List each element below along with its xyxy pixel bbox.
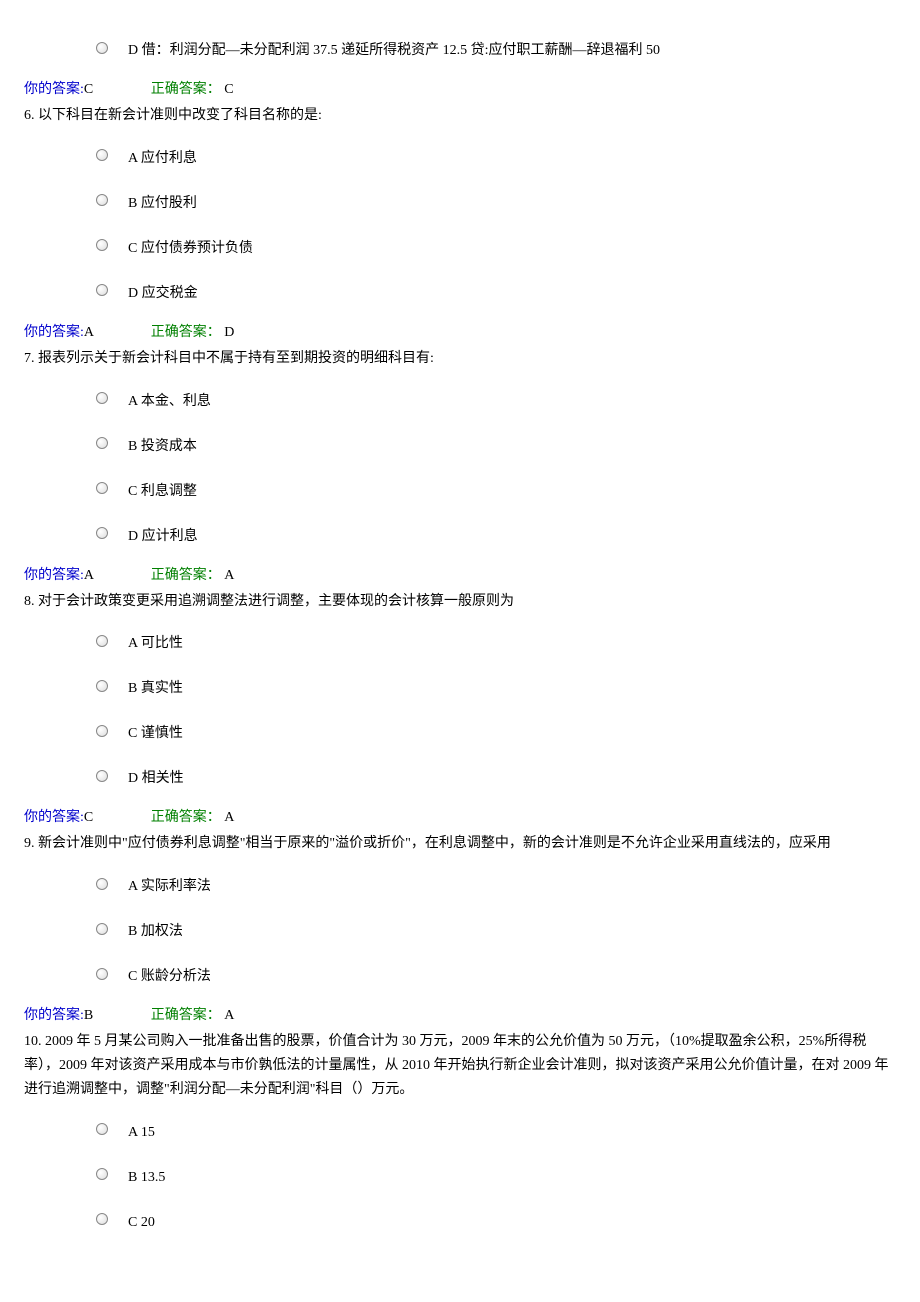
radio-icon <box>96 392 108 404</box>
q8-option-c[interactable]: C 谨慎性 <box>24 717 896 744</box>
radio-icon <box>96 239 108 251</box>
option-text: B 应付股利 <box>128 187 197 214</box>
correct-answer-label: 正确答案： <box>151 810 221 825</box>
correct-answer-value: C <box>221 82 234 97</box>
your-answer-value: C <box>84 82 93 97</box>
radio-icon <box>96 1123 108 1135</box>
q8-answer: 你的答案:C 正确答案： A <box>24 807 896 828</box>
q10-prompt: 10. 2009 年 5 月某公司购入一批准备出售的股票，价值合计为 30 万元… <box>24 1030 896 1101</box>
radio-icon <box>96 284 108 296</box>
q5-option-d[interactable]: D 借：利润分配—未分配利润 37.5 递延所得税资产 12.5 贷:应付职工薪… <box>24 34 896 61</box>
q10-option-c[interactable]: C 20 <box>24 1206 896 1233</box>
radio-icon <box>96 1213 108 1225</box>
radio-icon <box>96 635 108 647</box>
your-answer-value: A <box>84 325 93 340</box>
q6-option-a[interactable]: A 应付利息 <box>24 142 896 169</box>
option-text: B 13.5 <box>128 1161 165 1188</box>
option-text: B 投资成本 <box>128 430 197 457</box>
your-answer-label: 你的答案: <box>24 325 84 340</box>
correct-answer-value: A <box>221 810 235 825</box>
q6-answer: 你的答案:A 正确答案： D <box>24 322 896 343</box>
option-text: B 加权法 <box>128 915 183 942</box>
your-answer-label: 你的答案: <box>24 1008 84 1023</box>
radio-icon <box>96 923 108 935</box>
q10-option-b[interactable]: B 13.5 <box>24 1161 896 1188</box>
correct-answer-label: 正确答案： <box>151 82 221 97</box>
q7-option-c[interactable]: C 利息调整 <box>24 475 896 502</box>
q7-option-d[interactable]: D 应计利息 <box>24 520 896 547</box>
option-text: D 相关性 <box>128 762 184 789</box>
option-text: C 利息调整 <box>128 475 197 502</box>
radio-icon <box>96 878 108 890</box>
option-text: A 15 <box>128 1116 155 1143</box>
option-text: A 本金、利息 <box>128 385 211 412</box>
q8-option-a[interactable]: A 可比性 <box>24 627 896 654</box>
option-text: C 应付债券预计负债 <box>128 232 253 259</box>
correct-answer-value: A <box>221 1008 235 1023</box>
radio-icon <box>96 42 108 54</box>
radio-icon <box>96 527 108 539</box>
your-answer-label: 你的答案: <box>24 568 84 583</box>
q9-option-c[interactable]: C 账龄分析法 <box>24 960 896 987</box>
correct-answer-value: A <box>221 568 235 583</box>
q7-prompt: 7. 报表列示关于新会计科目中不属于持有至到期投资的明细科目有: <box>24 347 896 371</box>
q8-option-b[interactable]: B 真实性 <box>24 672 896 699</box>
radio-icon <box>96 194 108 206</box>
option-text: D 借：利润分配—未分配利润 37.5 递延所得税资产 12.5 贷:应付职工薪… <box>128 34 660 61</box>
q7-answer: 你的答案:A 正确答案： A <box>24 565 896 586</box>
option-text: C 20 <box>128 1206 155 1233</box>
radio-icon <box>96 437 108 449</box>
radio-icon <box>96 968 108 980</box>
radio-icon <box>96 482 108 494</box>
correct-answer-value: D <box>221 325 235 340</box>
radio-icon <box>96 725 108 737</box>
option-text: A 实际利率法 <box>128 870 211 897</box>
option-text: B 真实性 <box>128 672 183 699</box>
correct-answer-label: 正确答案： <box>151 568 221 583</box>
your-answer-label: 你的答案: <box>24 810 84 825</box>
q9-option-a[interactable]: A 实际利率法 <box>24 870 896 897</box>
option-text: A 应付利息 <box>128 142 197 169</box>
q7-option-b[interactable]: B 投资成本 <box>24 430 896 457</box>
option-text: A 可比性 <box>128 627 183 654</box>
q9-answer: 你的答案:B 正确答案： A <box>24 1005 896 1026</box>
q8-option-d[interactable]: D 相关性 <box>24 762 896 789</box>
q9-prompt: 9. 新会计准则中"应付债券利息调整"相当于原来的"溢价或折价"，在利息调整中，… <box>24 832 896 856</box>
q8-prompt: 8. 对于会计政策变更采用追溯调整法进行调整，主要体现的会计核算一般原则为 <box>24 590 896 614</box>
your-answer-label: 你的答案: <box>24 82 84 97</box>
option-text: C 账龄分析法 <box>128 960 211 987</box>
correct-answer-label: 正确答案： <box>151 1008 221 1023</box>
q6-prompt: 6. 以下科目在新会计准则中改变了科目名称的是: <box>24 104 896 128</box>
q6-option-b[interactable]: B 应付股利 <box>24 187 896 214</box>
q9-option-b[interactable]: B 加权法 <box>24 915 896 942</box>
q10-option-a[interactable]: A 15 <box>24 1116 896 1143</box>
option-text: D 应交税金 <box>128 277 198 304</box>
q5-answer: 你的答案:C 正确答案： C <box>24 79 896 100</box>
your-answer-value: B <box>84 1008 93 1023</box>
your-answer-value: A <box>84 568 93 583</box>
q6-option-d[interactable]: D 应交税金 <box>24 277 896 304</box>
q7-option-a[interactable]: A 本金、利息 <box>24 385 896 412</box>
radio-icon <box>96 680 108 692</box>
radio-icon <box>96 770 108 782</box>
your-answer-value: C <box>84 810 93 825</box>
radio-icon <box>96 1168 108 1180</box>
option-text: C 谨慎性 <box>128 717 183 744</box>
q6-option-c[interactable]: C 应付债券预计负债 <box>24 232 896 259</box>
radio-icon <box>96 149 108 161</box>
option-text: D 应计利息 <box>128 520 198 547</box>
correct-answer-label: 正确答案： <box>151 325 221 340</box>
